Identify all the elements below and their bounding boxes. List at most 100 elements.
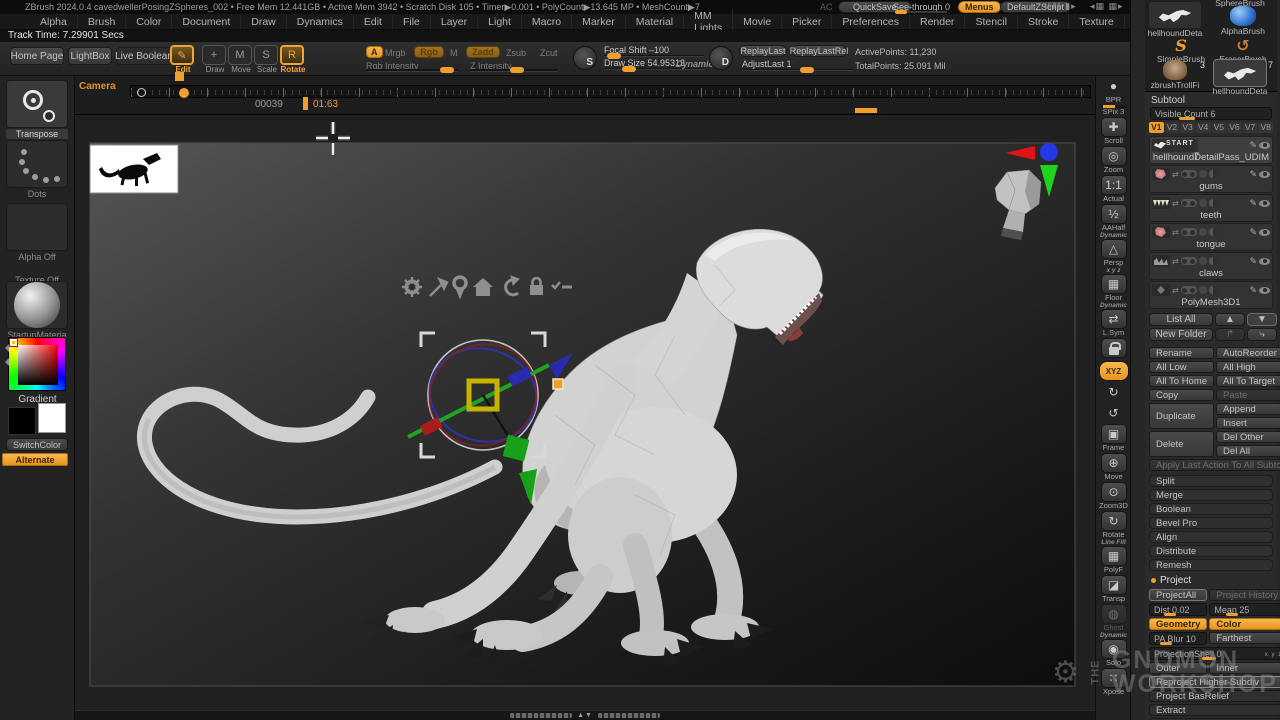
view-tab[interactable]: V6 [1227,122,1242,133]
subtool-action-button[interactable]: All To Target [1216,375,1280,387]
palette-layout-icons[interactable]: ◂▦ ▦▸ [1090,1,1124,12]
menu-item[interactable]: Texture [1069,15,1124,29]
uv-toggle-icon[interactable] [1199,170,1207,178]
right-shelf-button[interactable]: ½ AAHalf [1096,204,1131,232]
uv-toggle-icon[interactable] [1199,286,1207,294]
rgb-intensity-track[interactable] [366,69,458,72]
right-shelf-button[interactable]: Dynamic △ Persp [1096,233,1131,267]
polypaint-toggle-icon[interactable] [1181,257,1197,265]
uv-toggle-icon[interactable] [1199,228,1207,236]
inner-toggle[interactable]: Inner [1209,662,1280,674]
view-tab[interactable]: V8 [1258,122,1273,133]
view-tab[interactable]: V3 [1180,122,1195,133]
subtool-action-button[interactable]: Delete [1149,431,1214,457]
view-tab[interactable]: V1 [1149,122,1164,133]
subtool-op-button[interactable]: Boolean [1149,503,1273,515]
material-selector[interactable]: StartupMateria [6,281,68,340]
m-button[interactable]: M [450,48,458,58]
menu-item[interactable]: Preferences [832,15,910,29]
right-shelf-button[interactable]: Dynamic ◉ Solo [1096,633,1131,667]
project-basrelief-button[interactable]: Project BasRelief [1149,690,1280,702]
subtool-action-button[interactable]: Duplicate [1149,403,1214,429]
menu-item[interactable]: Dynamics [287,15,354,29]
subtool-item[interactable]: ⇄ ✎ PolyMesh3D1 [1149,281,1273,309]
mode-button[interactable]: R Rotate [280,45,306,74]
reproject-higher-subdiv-button[interactable]: Reproject Higher Subdiv [1149,676,1280,688]
project-geometry-toggle[interactable]: Geometry [1149,618,1207,630]
tray-toggle-arrows[interactable]: ▲▼ [577,713,593,718]
menu-item[interactable]: Stencil [965,15,1018,29]
mode-button[interactable]: ✎ Edit [170,45,196,74]
dist-slider[interactable]: Dist 0.02 [1149,603,1207,616]
right-shelf-button[interactable]: ▣ Frame [1096,424,1131,452]
reorder-icon[interactable]: ⇄ [1172,286,1179,295]
subtool-op-button[interactable]: Distribute [1149,545,1273,557]
alternate-button[interactable]: Alternate [2,453,68,466]
menu-item[interactable]: File [393,15,431,29]
right-shelf-button[interactable] [1096,338,1131,360]
tray-handle-left[interactable] [510,713,572,718]
panel-collapse-arrow[interactable] [1,358,9,366]
alpha-selector[interactable]: Alpha Off [6,203,68,262]
focal-shift-track[interactable] [604,55,704,57]
menu-item[interactable]: Marker [572,15,626,29]
project-section-header[interactable]: Project [1145,573,1277,587]
main-color-swatch[interactable] [8,407,36,435]
subtool-action-button[interactable]: Append [1216,403,1280,415]
sculpt-pen-icon[interactable]: ✎ [1249,140,1257,151]
visibility-eye-icon[interactable] [1259,200,1270,207]
reorder-icon[interactable]: ⇄ [1172,199,1179,208]
stroke-picker-icon[interactable]: S [573,46,597,70]
timeline-top-marker[interactable] [175,72,184,81]
right-shelf-button[interactable]: ⊕ Move [1096,453,1131,481]
subtool-action-button[interactable]: Copy [1149,389,1214,401]
subtool-header[interactable]: Subtool [1145,92,1277,107]
rgb-button[interactable]: Rgb [414,46,444,58]
anchor-a-button[interactable]: A [366,46,383,58]
subtool-item[interactable]: START ⇄ ✎ 7 hellhoundDetailPass_UDIM [1149,136,1273,164]
outer-toggle[interactable]: Outer [1149,662,1207,674]
tool-slot[interactable]: 3 zbrushTrollFi [1147,60,1203,90]
right-shelf-button[interactable]: SPix 3 [1096,105,1131,116]
subtool-item[interactable]: ⇄ ✎ tongue [1149,223,1273,251]
lazy-mouse-icon[interactable]: D [709,46,733,70]
pa-blur-slider[interactable]: PA Blur 10 [1149,632,1207,645]
tool-slot[interactable]: hellhoundDeta [1147,2,1203,38]
subtool-item[interactable]: ⇄ ✎ claws [1149,252,1273,280]
menu-item[interactable]: Alpha [30,15,78,29]
right-shelf-button[interactable]: ∷ Xpose [1096,668,1131,696]
menu-item[interactable]: Render [910,15,965,29]
dynamic-toggle[interactable]: Dynamic [676,59,714,69]
right-shelf-button[interactable]: ● BPR [1096,76,1131,104]
subtool-action-button[interactable]: AutoReorder [1216,347,1280,359]
right-shelf-button[interactable]: ✚ Scroll [1096,117,1131,145]
polypaint-toggle-icon[interactable] [1181,228,1197,236]
visibility-eye-icon[interactable] [1259,142,1270,149]
list-all-button[interactable]: List All [1149,313,1213,326]
menu-item[interactable]: Edit [354,15,393,29]
transpose-tool[interactable]: Transpose [6,80,68,139]
menu-item[interactable]: Light [478,15,522,29]
reorder-icon[interactable]: ⇄ [1172,257,1179,266]
visibility-eye-icon[interactable] [1259,171,1270,178]
insert-into-folder-button[interactable]: ⤷ [1247,328,1277,341]
reorder-icon[interactable]: ⇄ [1172,170,1179,179]
subtool-action-button[interactable]: All Low [1149,361,1214,373]
uv-toggle-icon[interactable] [1199,257,1207,265]
subtool-op-button[interactable]: Merge [1149,489,1273,501]
stroke-dots-selector[interactable]: Dots [6,140,68,199]
polypaint-toggle-icon[interactable] [1181,286,1197,294]
mode-button[interactable]: + Draw [202,45,228,74]
half-toggle-icon[interactable] [1209,199,1217,207]
half-toggle-icon[interactable] [1209,228,1217,236]
zadd-button[interactable]: Zadd [466,46,500,58]
polypaint-toggle-icon[interactable] [1181,170,1197,178]
home-page-button[interactable]: Home Page [10,47,64,65]
document-canvas[interactable] [75,115,1095,710]
zsub-button[interactable]: Zsub [506,48,526,58]
subtool-action-button[interactable]: All To Home [1149,375,1214,387]
menu-item[interactable]: Document [172,15,241,29]
subtool-action-button[interactable]: Del Other [1216,431,1280,443]
mode-button[interactable]: S Scale [254,45,280,74]
menu-item[interactable]: Picker [782,15,832,29]
